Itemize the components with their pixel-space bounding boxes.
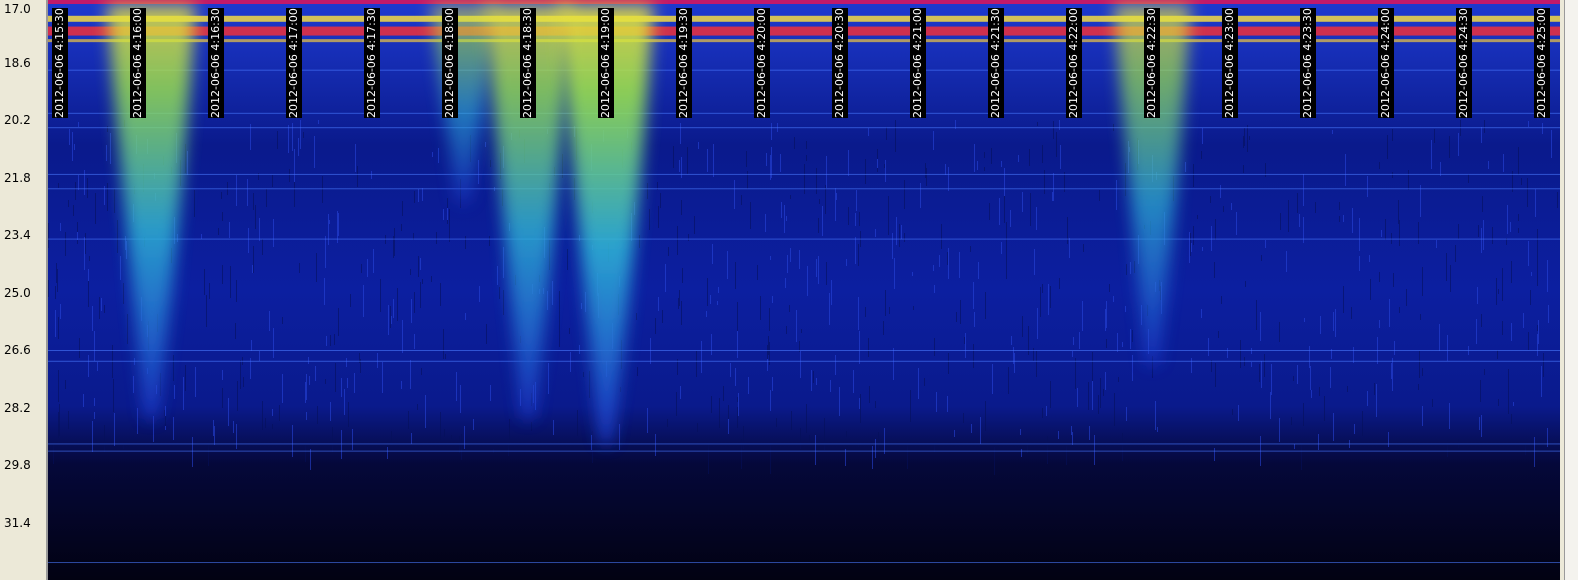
y-tick-label: 17.0: [4, 2, 31, 16]
time-tick-label: 2012-06-06 4:21:00: [910, 8, 926, 118]
vertical-scrollbar[interactable]: [1560, 0, 1578, 580]
interference-line: [48, 127, 1560, 129]
interference-line: [48, 238, 1560, 240]
time-tick-label: 2012-06-06 4:22:30: [1144, 8, 1160, 118]
hot-band-lower: [48, 39, 1560, 43]
interference-line: [48, 188, 1560, 190]
y-tick-label: 29.8: [4, 458, 31, 472]
interference-line: [48, 443, 1560, 445]
time-tick-label: 2012-06-06 4:17:30: [364, 8, 380, 118]
y-tick-label: 20.2: [4, 113, 31, 127]
y-tick-label: 31.4: [4, 515, 31, 530]
hot-band: [48, 26, 1560, 36]
y-tick-label: 28.2: [4, 400, 31, 415]
time-tick-label: 2012-06-06 4:17:00: [286, 8, 302, 118]
top-edge-line: [48, 0, 1560, 4]
time-tick-label: 2012-06-06 4:24:30: [1456, 8, 1472, 118]
time-tick-label: 2012-06-06 4:18:30: [520, 8, 536, 118]
time-tick-label: 2012-06-06 4:23:30: [1300, 8, 1316, 118]
time-tick-label: 2012-06-06 4:25:00: [1534, 8, 1550, 118]
time-tick-label: 2012-06-06 4:23:00: [1222, 8, 1238, 118]
interference-line: [48, 173, 1560, 175]
interference-line: [48, 450, 1560, 452]
time-tick-label: 2012-06-06 4:18:00: [442, 8, 458, 118]
interference-line: [48, 69, 1560, 71]
y-tick-label: 23.4: [4, 228, 31, 242]
spectrogram-canvas: [48, 0, 1560, 580]
hot-band-upper: [48, 15, 1560, 22]
time-tick-label: 2012-06-06 4:16:00: [130, 8, 146, 118]
y-tick-label: 26.6: [4, 343, 31, 357]
interference-line: [48, 562, 1560, 564]
time-tick-label: 2012-06-06 4:15:30: [52, 8, 68, 118]
time-tick-label: 2012-06-06 4:20:00: [754, 8, 770, 118]
spectrogram-window: 17.0 18.6 20.2 21.8 23.4 25.0 26.6 28.2 29.8 31.4…: [0, 0, 1578, 580]
time-tick-label: 2012-06-06 4:20:30: [832, 8, 848, 118]
time-tick-label: 2012-06-06 4:19:30: [676, 8, 692, 118]
y-axis-panel: 17.0 18.6 20.2 21.8 23.4 25.0 26.6 28.2 29.8 31.4: [0, 0, 46, 580]
interference-line: [48, 112, 1560, 114]
time-tick-label: 2012-06-06 4:19:00: [598, 8, 614, 118]
time-tick-label: 2012-06-06 4:22:00: [1066, 8, 1082, 118]
spectrogram-plot[interactable]: 2012-06-06 4:15:30 2012-06-06 4:16:00 2012…: [46, 0, 1560, 580]
time-tick-label: 2012-06-06 4:21:30: [988, 8, 1004, 118]
interference-line: [48, 360, 1560, 362]
time-tick-label: 2012-06-06 4:24:00: [1378, 8, 1394, 118]
time-tick-label: 2012-06-06 4:16:30: [208, 8, 224, 118]
y-tick-label: 25.0: [4, 285, 31, 300]
y-tick-label: 21.8: [4, 170, 31, 185]
y-tick-label: 18.6: [4, 55, 31, 70]
spectrogram-background: [48, 0, 1560, 580]
interference-line: [48, 350, 1560, 351]
